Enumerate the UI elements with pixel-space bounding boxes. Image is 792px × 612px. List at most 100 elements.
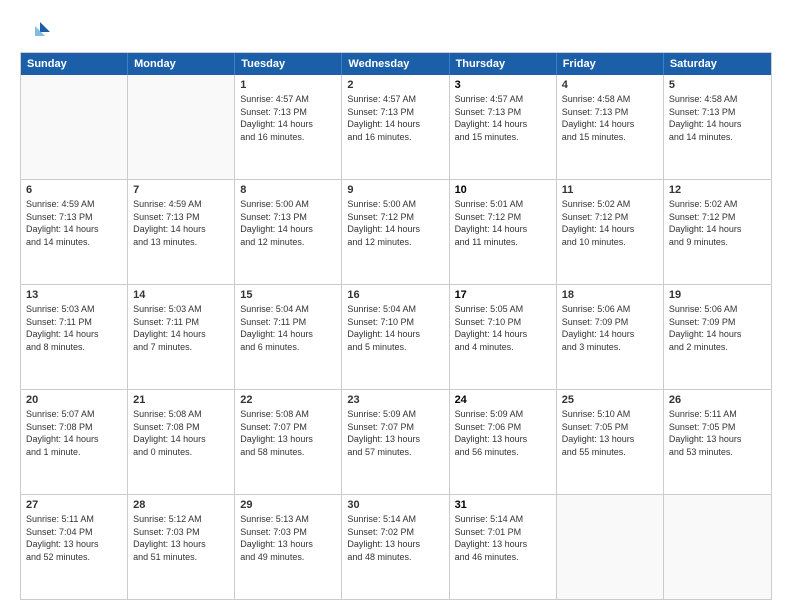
day-number: 23 bbox=[347, 394, 443, 406]
calendar: SundayMondayTuesdayWednesdayThursdayFrid… bbox=[20, 52, 772, 600]
calendar-cell: 10 Sunrise: 5:01 AM Sunset: 7:12 PM Dayli… bbox=[450, 180, 557, 284]
calendar-row-2: 6Sunrise: 4:59 AM Sunset: 7:13 PM Daylig… bbox=[21, 179, 771, 284]
calendar-cell: 13 Sunrise: 5:03 AM Sunset: 7:11 PM Dayli… bbox=[21, 285, 128, 389]
day-number: 5 bbox=[669, 79, 766, 91]
day-info: Sunrise: 4:57 AM Sunset: 7:13 PM Dayligh… bbox=[347, 93, 443, 143]
page: SundayMondayTuesdayWednesdayThursdayFrid… bbox=[0, 0, 792, 612]
day-number: 11 bbox=[562, 184, 658, 196]
day-info: Sunrise: 5:08 AM Sunset: 7:08 PM Dayligh… bbox=[133, 408, 229, 458]
day-number: 14 bbox=[133, 289, 229, 301]
day-number: 12 bbox=[669, 184, 766, 196]
day-number: 31 bbox=[455, 499, 551, 511]
calendar-cell: 6Sunrise: 4:59 AM Sunset: 7:13 PM Daylig… bbox=[21, 180, 128, 284]
calendar-cell: 1 Sunrise: 4:57 AM Sunset: 7:13 PM Daylig… bbox=[235, 75, 342, 179]
day-number: 16 bbox=[347, 289, 443, 301]
day-info: Sunrise: 5:00 AM Sunset: 7:13 PM Dayligh… bbox=[240, 198, 336, 248]
day-info: Sunrise: 4:59 AM Sunset: 7:13 PM Dayligh… bbox=[26, 198, 122, 248]
day-info: Sunrise: 5:11 AM Sunset: 7:05 PM Dayligh… bbox=[669, 408, 766, 458]
day-info: Sunrise: 4:57 AM Sunset: 7:13 PM Dayligh… bbox=[240, 93, 336, 143]
calendar-row-5: 27 Sunrise: 5:11 AM Sunset: 7:04 PM Dayli… bbox=[21, 494, 771, 599]
calendar-cell: 3 Sunrise: 4:57 AM Sunset: 7:13 PM Daylig… bbox=[450, 75, 557, 179]
calendar-body: 1 Sunrise: 4:57 AM Sunset: 7:13 PM Daylig… bbox=[21, 75, 771, 599]
day-info: Sunrise: 5:09 AM Sunset: 7:06 PM Dayligh… bbox=[455, 408, 551, 458]
calendar-row-3: 13 Sunrise: 5:03 AM Sunset: 7:11 PM Dayli… bbox=[21, 284, 771, 389]
calendar-cell: 25Sunrise: 5:10 AM Sunset: 7:05 PM Dayli… bbox=[557, 390, 664, 494]
day-number: 3 bbox=[455, 79, 551, 91]
day-info: Sunrise: 5:06 AM Sunset: 7:09 PM Dayligh… bbox=[669, 303, 766, 353]
day-info: Sunrise: 5:01 AM Sunset: 7:12 PM Dayligh… bbox=[455, 198, 551, 248]
day-info: Sunrise: 4:58 AM Sunset: 7:13 PM Dayligh… bbox=[669, 93, 766, 143]
header-day-monday: Monday bbox=[128, 53, 235, 75]
calendar-cell bbox=[128, 75, 235, 179]
calendar-cell: 21 Sunrise: 5:08 AM Sunset: 7:08 PM Dayli… bbox=[128, 390, 235, 494]
day-number: 15 bbox=[240, 289, 336, 301]
day-number: 1 bbox=[240, 79, 336, 91]
day-info: Sunrise: 5:00 AM Sunset: 7:12 PM Dayligh… bbox=[347, 198, 443, 248]
day-info: Sunrise: 5:10 AM Sunset: 7:05 PM Dayligh… bbox=[562, 408, 658, 458]
day-number: 17 bbox=[455, 289, 551, 301]
calendar-cell: 14Sunrise: 5:03 AM Sunset: 7:11 PM Dayli… bbox=[128, 285, 235, 389]
logo-icon bbox=[20, 18, 50, 42]
calendar-cell: 24 Sunrise: 5:09 AM Sunset: 7:06 PM Dayli… bbox=[450, 390, 557, 494]
calendar-row-4: 20Sunrise: 5:07 AM Sunset: 7:08 PM Dayli… bbox=[21, 389, 771, 494]
day-number: 13 bbox=[26, 289, 122, 301]
day-number: 27 bbox=[26, 499, 122, 511]
day-info: Sunrise: 4:59 AM Sunset: 7:13 PM Dayligh… bbox=[133, 198, 229, 248]
day-number: 2 bbox=[347, 79, 443, 91]
calendar-cell: 31Sunrise: 5:14 AM Sunset: 7:01 PM Dayli… bbox=[450, 495, 557, 599]
day-number: 22 bbox=[240, 394, 336, 406]
day-number: 7 bbox=[133, 184, 229, 196]
day-info: Sunrise: 5:12 AM Sunset: 7:03 PM Dayligh… bbox=[133, 513, 229, 563]
header-day-thursday: Thursday bbox=[450, 53, 557, 75]
day-number: 8 bbox=[240, 184, 336, 196]
day-info: Sunrise: 5:03 AM Sunset: 7:11 PM Dayligh… bbox=[26, 303, 122, 353]
header bbox=[20, 18, 772, 42]
day-info: Sunrise: 5:02 AM Sunset: 7:12 PM Dayligh… bbox=[669, 198, 766, 248]
day-info: Sunrise: 5:14 AM Sunset: 7:02 PM Dayligh… bbox=[347, 513, 443, 563]
calendar-cell: 22Sunrise: 5:08 AM Sunset: 7:07 PM Dayli… bbox=[235, 390, 342, 494]
day-number: 24 bbox=[455, 394, 551, 406]
calendar-cell: 28Sunrise: 5:12 AM Sunset: 7:03 PM Dayli… bbox=[128, 495, 235, 599]
calendar-cell: 9 Sunrise: 5:00 AM Sunset: 7:12 PM Daylig… bbox=[342, 180, 449, 284]
calendar-cell bbox=[664, 495, 771, 599]
calendar-cell: 19 Sunrise: 5:06 AM Sunset: 7:09 PM Dayli… bbox=[664, 285, 771, 389]
day-number: 18 bbox=[562, 289, 658, 301]
calendar-cell: 16 Sunrise: 5:04 AM Sunset: 7:10 PM Dayli… bbox=[342, 285, 449, 389]
day-info: Sunrise: 4:58 AM Sunset: 7:13 PM Dayligh… bbox=[562, 93, 658, 143]
day-info: Sunrise: 5:05 AM Sunset: 7:10 PM Dayligh… bbox=[455, 303, 551, 353]
day-info: Sunrise: 5:06 AM Sunset: 7:09 PM Dayligh… bbox=[562, 303, 658, 353]
day-number: 26 bbox=[669, 394, 766, 406]
calendar-cell: 7 Sunrise: 4:59 AM Sunset: 7:13 PM Daylig… bbox=[128, 180, 235, 284]
calendar-cell: 26 Sunrise: 5:11 AM Sunset: 7:05 PM Dayli… bbox=[664, 390, 771, 494]
calendar-cell bbox=[21, 75, 128, 179]
day-info: Sunrise: 5:02 AM Sunset: 7:12 PM Dayligh… bbox=[562, 198, 658, 248]
calendar-cell: 4Sunrise: 4:58 AM Sunset: 7:13 PM Daylig… bbox=[557, 75, 664, 179]
day-number: 21 bbox=[133, 394, 229, 406]
calendar-cell: 17 Sunrise: 5:05 AM Sunset: 7:10 PM Dayli… bbox=[450, 285, 557, 389]
day-number: 9 bbox=[347, 184, 443, 196]
calendar-cell: 20Sunrise: 5:07 AM Sunset: 7:08 PM Dayli… bbox=[21, 390, 128, 494]
calendar-cell: 29Sunrise: 5:13 AM Sunset: 7:03 PM Dayli… bbox=[235, 495, 342, 599]
logo bbox=[20, 18, 54, 42]
calendar-cell: 8 Sunrise: 5:00 AM Sunset: 7:13 PM Daylig… bbox=[235, 180, 342, 284]
day-number: 29 bbox=[240, 499, 336, 511]
calendar-cell: 12 Sunrise: 5:02 AM Sunset: 7:12 PM Dayli… bbox=[664, 180, 771, 284]
header-day-tuesday: Tuesday bbox=[235, 53, 342, 75]
day-info: Sunrise: 5:04 AM Sunset: 7:10 PM Dayligh… bbox=[347, 303, 443, 353]
day-info: Sunrise: 5:09 AM Sunset: 7:07 PM Dayligh… bbox=[347, 408, 443, 458]
day-number: 10 bbox=[455, 184, 551, 196]
calendar-row-1: 1 Sunrise: 4:57 AM Sunset: 7:13 PM Daylig… bbox=[21, 75, 771, 179]
header-day-friday: Friday bbox=[557, 53, 664, 75]
day-info: Sunrise: 5:11 AM Sunset: 7:04 PM Dayligh… bbox=[26, 513, 122, 563]
header-day-saturday: Saturday bbox=[664, 53, 771, 75]
header-day-wednesday: Wednesday bbox=[342, 53, 449, 75]
calendar-cell: 2 Sunrise: 4:57 AM Sunset: 7:13 PM Daylig… bbox=[342, 75, 449, 179]
day-info: Sunrise: 5:04 AM Sunset: 7:11 PM Dayligh… bbox=[240, 303, 336, 353]
day-number: 20 bbox=[26, 394, 122, 406]
calendar-cell: 18 Sunrise: 5:06 AM Sunset: 7:09 PM Dayli… bbox=[557, 285, 664, 389]
day-number: 19 bbox=[669, 289, 766, 301]
calendar-cell: 30Sunrise: 5:14 AM Sunset: 7:02 PM Dayli… bbox=[342, 495, 449, 599]
day-info: Sunrise: 4:57 AM Sunset: 7:13 PM Dayligh… bbox=[455, 93, 551, 143]
calendar-cell: 23 Sunrise: 5:09 AM Sunset: 7:07 PM Dayli… bbox=[342, 390, 449, 494]
calendar-cell: 5 Sunrise: 4:58 AM Sunset: 7:13 PM Daylig… bbox=[664, 75, 771, 179]
